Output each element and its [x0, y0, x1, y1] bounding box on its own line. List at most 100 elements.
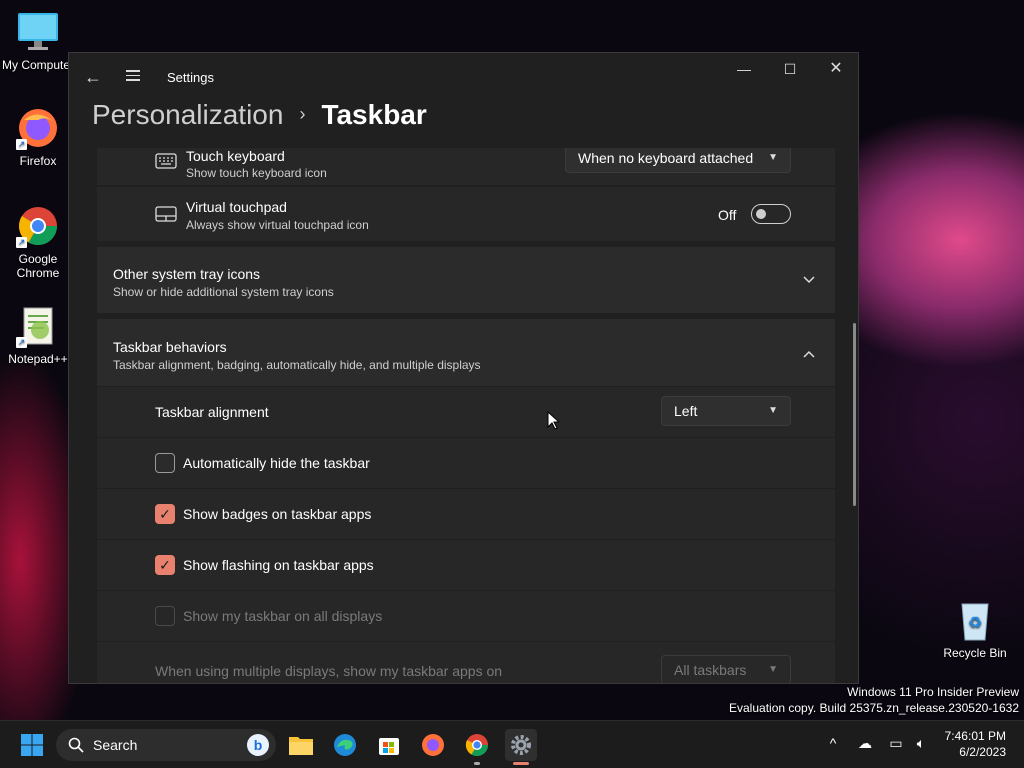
cloud-offline-icon[interactable]: ☁ — [855, 735, 875, 752]
badges-checkbox[interactable]: ✓ — [155, 504, 175, 524]
title-bar[interactable]: ← Settings — ☐ ✕ — [69, 53, 858, 101]
shortcut-arrow-icon: ↗ — [16, 337, 27, 348]
taskbar-alignment-row: Taskbar alignment Left ▼ — [97, 387, 835, 437]
close-button[interactable]: ✕ — [813, 53, 858, 85]
touch-keyboard-desc: Show touch keyboard icon — [186, 166, 327, 180]
taskbar-behaviors-header[interactable]: Taskbar behaviors Taskbar alignment, bad… — [97, 319, 835, 386]
svg-text:b: b — [254, 737, 263, 753]
multi-display-row: When using multiple displays, show my ta… — [97, 642, 835, 683]
taskbar-alignment-label: Taskbar alignment — [155, 404, 269, 420]
search-label: Search — [93, 737, 138, 753]
other-tray-desc: Show or hide additional system tray icon… — [113, 285, 334, 299]
all-displays-checkbox[interactable] — [155, 606, 175, 626]
search-icon — [68, 737, 84, 753]
edge-icon[interactable] — [329, 729, 361, 761]
desktop-icon-label: Google Chrome — [16, 252, 60, 280]
desktop-icon-label: My Computer — [1, 58, 75, 72]
virtual-touchpad-title: Virtual touchpad — [186, 199, 287, 215]
firefox-taskbar-icon[interactable] — [417, 729, 449, 761]
chevron-down-icon: ▼ — [768, 664, 778, 675]
touch-keyboard-title: Touch keyboard — [186, 148, 285, 164]
auto-hide-checkbox[interactable] — [155, 453, 175, 473]
multi-display-value: All taskbars — [674, 662, 747, 678]
firefox-icon: ↗ — [16, 106, 60, 150]
desktop-icon-notepadpp[interactable]: ↗ Notepad++ — [0, 304, 76, 366]
auto-hide-label: Automatically hide the taskbar — [183, 455, 370, 471]
other-tray-title: Other system tray icons — [113, 266, 261, 282]
taskbar-behaviors-title: Taskbar behaviors — [113, 339, 227, 355]
touch-keyboard-dropdown[interactable]: When no keyboard attached ▼ — [565, 148, 791, 173]
volume-icon[interactable]: 🔈︎ — [911, 735, 931, 752]
back-arrow-icon[interactable]: ← — [83, 67, 103, 87]
minimize-button[interactable]: — — [721, 53, 767, 85]
flashing-label: Show flashing on taskbar apps — [183, 557, 374, 573]
breadcrumb-separator: › — [299, 104, 306, 124]
settings-window: ← Settings — ☐ ✕ Personalization › Taskbar… — [68, 52, 859, 684]
desktop-icon-my-computer[interactable]: My Computer — [0, 10, 76, 72]
settings-taskbar-icon[interactable] — [505, 729, 537, 765]
clock-date: 6/2/2023 — [959, 745, 1006, 759]
monitor-icon — [16, 10, 60, 54]
desktop-icon-label: Notepad++ — [8, 352, 68, 366]
taskbar-behaviors-desc: Taskbar alignment, badging, automaticall… — [113, 358, 481, 372]
badges-row: ✓ Show badges on taskbar apps — [97, 489, 835, 539]
virtual-touchpad-state: Off — [718, 207, 737, 223]
all-displays-label: Show my taskbar on all displays — [183, 608, 383, 624]
desktop-icon-label: Recycle Bin — [943, 646, 1007, 660]
taskbar-clock[interactable]: 7:46:01 PM 6/2/2023 — [945, 728, 1006, 760]
windows-watermark: Windows 11 Pro Insider Preview Evaluatio… — [729, 684, 1019, 716]
notepadpp-icon: ↗ — [16, 304, 60, 348]
multi-display-label: When using multiple displays, show my ta… — [155, 663, 503, 679]
keyboard-icon — [155, 153, 177, 174]
taskbar-alignment-dropdown[interactable]: Left ▼ — [661, 396, 791, 426]
mouse-cursor-icon — [547, 410, 561, 435]
recycle-bin-icon: ♻ — [953, 598, 997, 642]
shortcut-arrow-icon: ↗ — [16, 237, 27, 248]
flashing-checkbox[interactable]: ✓ — [155, 555, 175, 575]
page-title: Taskbar — [321, 99, 427, 130]
touch-keyboard-value: When no keyboard attached — [578, 150, 754, 166]
gear-icon — [511, 735, 531, 755]
all-displays-row: Show my taskbar on all displays — [97, 591, 835, 641]
auto-hide-row: Automatically hide the taskbar — [97, 438, 835, 488]
multi-display-dropdown[interactable]: All taskbars ▼ — [661, 655, 791, 683]
chevron-down-icon: ▼ — [768, 405, 778, 416]
chevron-up-icon[interactable] — [803, 346, 815, 361]
settings-content[interactable]: Touch keyboard Show touch keyboard icon … — [97, 148, 835, 683]
svg-text:♻: ♻ — [968, 615, 982, 632]
maximize-button[interactable]: ☐ — [767, 53, 813, 85]
clock-time: 7:46:01 PM — [944, 729, 1006, 743]
flashing-row: ✓ Show flashing on taskbar apps — [97, 540, 835, 590]
chrome-taskbar-icon[interactable] — [461, 729, 493, 765]
vertical-scrollbar[interactable] — [853, 323, 856, 506]
windows-logo-icon — [21, 734, 43, 756]
other-tray-icons-row[interactable]: Other system tray icons Show or hide add… — [97, 247, 835, 313]
breadcrumb: Personalization › Taskbar — [92, 99, 427, 131]
file-explorer-icon[interactable] — [285, 729, 317, 761]
bing-icon[interactable]: b — [246, 733, 270, 757]
touch-keyboard-row: Touch keyboard Show touch keyboard icon … — [97, 148, 835, 185]
desktop-icon-recycle-bin[interactable]: ♻ Recycle Bin — [937, 598, 1013, 660]
virtual-touchpad-toggle[interactable] — [751, 204, 791, 224]
desktop-icon-chrome[interactable]: ↗ Google Chrome — [0, 204, 76, 280]
chevron-down-icon: ▼ — [768, 152, 778, 163]
watermark-line2: Evaluation copy. Build 25375.zn_release.… — [729, 701, 1019, 715]
network-icon[interactable]: ▭ — [886, 735, 906, 752]
hamburger-menu-icon[interactable] — [123, 67, 143, 87]
microsoft-store-icon[interactable] — [373, 729, 405, 761]
start-button[interactable] — [16, 729, 48, 761]
badges-label: Show badges on taskbar apps — [183, 506, 372, 522]
virtual-touchpad-desc: Always show virtual touchpad icon — [186, 218, 369, 232]
taskbar: Search b ^ ☁ ▭ 🔈︎ 7:46:01 PM 6/2/2023 — [0, 720, 1024, 768]
taskbar-alignment-value: Left — [674, 403, 698, 419]
chevron-down-icon[interactable] — [803, 272, 815, 287]
desktop-icon-firefox[interactable]: ↗ Firefox — [0, 106, 76, 168]
breadcrumb-parent[interactable]: Personalization — [92, 99, 283, 130]
watermark-line1: Windows 11 Pro Insider Preview — [847, 685, 1019, 699]
chevron-up-icon[interactable]: ^ — [823, 735, 843, 751]
touchpad-icon — [155, 206, 177, 227]
taskbar-search[interactable]: Search b — [56, 729, 276, 761]
desktop-icon-label: Firefox — [19, 154, 57, 168]
chrome-icon: ↗ — [16, 204, 60, 248]
shortcut-arrow-icon: ↗ — [16, 139, 27, 150]
